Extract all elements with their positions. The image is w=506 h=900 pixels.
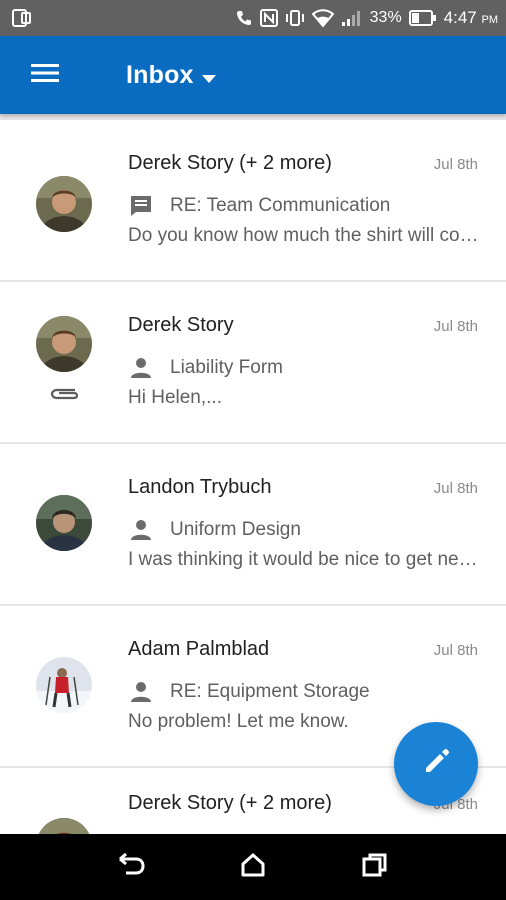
message-row[interactable]: Derek Story Jul 8th Liability Form Hi He…	[0, 282, 506, 442]
recents-button[interactable]	[355, 847, 395, 887]
message-date: Jul 8th	[433, 480, 478, 497]
person-icon	[128, 679, 154, 705]
message-row[interactable]: Landon Trybuch Jul 8th Uniform Design I …	[0, 444, 506, 604]
avatar	[36, 818, 92, 834]
message-date: Jul 8th	[433, 318, 478, 335]
page-title: Inbox	[126, 60, 194, 89]
dropdown-arrow-icon	[194, 61, 216, 90]
home-button[interactable]	[233, 847, 273, 887]
message-row[interactable]: Derek Story (+ 2 more) Jul 8th RE: Team …	[0, 120, 506, 280]
battery-icon	[408, 10, 437, 26]
back-button[interactable]	[111, 847, 151, 887]
home-icon	[240, 852, 266, 883]
message-preview: Do you know how much the shirt will cost…	[128, 225, 482, 246]
message-subject: RE: Team Communication	[170, 195, 391, 216]
menu-icon	[31, 62, 59, 89]
conversation-icon	[128, 193, 154, 219]
vibrate-icon	[285, 9, 305, 27]
sender-name: Derek Story	[128, 314, 234, 336]
nfc-icon	[259, 9, 278, 27]
folder-selector[interactable]: Inbox	[126, 61, 216, 90]
clock: 4:47 PM	[443, 8, 498, 27]
subject-line: RE: Equipment Storage	[128, 679, 370, 705]
message-subject: Liability Form	[170, 357, 283, 378]
pencil-icon	[420, 746, 452, 783]
sender-name: Derek Story (+ 2 more)	[128, 152, 332, 174]
subject-line: Uniform Design	[128, 517, 301, 543]
avatar	[36, 657, 92, 713]
recents-icon	[362, 852, 388, 883]
message-subject: Uniform Design	[170, 519, 301, 540]
avatar	[36, 316, 92, 372]
message-date: Jul 8th	[433, 642, 478, 659]
avatar	[36, 176, 92, 232]
message-preview: I was thinking it would be nice to get n…	[128, 549, 482, 570]
system-nav-bar	[0, 834, 506, 900]
avatar	[36, 495, 92, 551]
sender-name: Landon Trybuch	[128, 476, 272, 498]
compose-button[interactable]	[394, 722, 478, 806]
subject-line: Liability Form	[128, 355, 283, 381]
attachment-icon	[49, 386, 81, 407]
message-subject: RE: Equipment Storage	[170, 681, 370, 702]
sender-name: Derek Story (+ 2 more)	[128, 792, 332, 814]
menu-button[interactable]	[16, 50, 74, 100]
person-icon	[128, 517, 154, 543]
battery-percent: 33%	[369, 9, 402, 26]
signal-icon	[341, 9, 363, 27]
back-icon	[116, 852, 146, 882]
subject-line: RE: Team Communication	[128, 193, 390, 219]
message-preview: Hi Helen,...	[128, 387, 222, 408]
wifi-icon	[311, 9, 334, 27]
status-bar: 33% 4:47 PM	[0, 0, 506, 36]
message-date: Jul 8th	[433, 156, 478, 173]
sender-name: Adam Palmblad	[128, 638, 270, 660]
screen-mirror-icon	[12, 9, 32, 27]
person-icon	[128, 355, 154, 381]
phone-call-icon	[235, 9, 253, 27]
app-bar: Inbox	[0, 36, 506, 114]
